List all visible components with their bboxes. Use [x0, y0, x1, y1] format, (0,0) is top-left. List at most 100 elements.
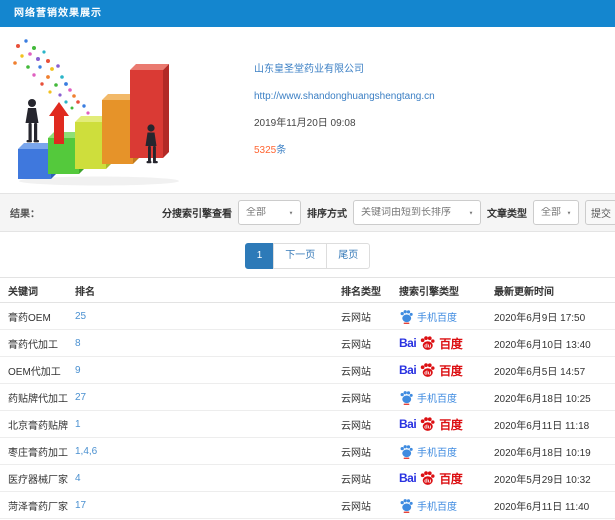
page-header: 网络营销效果展示 [0, 0, 615, 27]
filter-controls: 分搜索引擎查看 全部 排序方式 关键词由短到长排序 文章类型 全部 提交 [162, 200, 615, 225]
page: 网络营销效果展示 山东皇圣堂药业有限公司 http://www.shandong… [0, 0, 615, 520]
keyword-cell: 菏泽膏药厂家 [8, 501, 68, 513]
updated-cell: 2020年6月5日 14:57 [494, 366, 586, 378]
svg-text:du: du [424, 424, 431, 430]
baidu-logo: Bai du 百度 [399, 335, 494, 352]
updated-cell: 2020年5月29日 10:32 [494, 474, 591, 486]
sort-select-wrap: 关键词由短到长排序 [353, 200, 481, 225]
rank-cell: 4 [75, 473, 341, 484]
rank-type-cell: 云网站 [341, 366, 371, 378]
baidu-bai-text: Bai [399, 471, 417, 485]
result-label: 结果： [10, 209, 40, 220]
keyword-cell: 北京膏药贴牌 [8, 420, 68, 432]
baidu-paw-icon: du [420, 335, 435, 350]
results-table: 关键词 排名 排名类型 搜索引擎类型 最新更新时间 膏药OEM 25 云网站 手机百… [0, 277, 615, 519]
rank-cell: 17 [75, 500, 341, 511]
rank-cell: 1,4,6 [75, 446, 341, 457]
engine-filter-select[interactable]: 全部 [238, 200, 301, 225]
sort-select[interactable]: 关键词由短到长排序 [353, 200, 481, 225]
mobile-baidu-label: 手机百度 [417, 501, 457, 513]
rank-cell: 8 [75, 338, 341, 349]
baidu-paw-icon: du [420, 362, 435, 377]
table-row: 药贴牌代加工 27 云网站 手机百度 2020年6月18日 10:25 [0, 384, 615, 411]
mobile-baidu-paw-icon [400, 444, 413, 459]
page-title: 网络营销效果展示 [14, 8, 102, 19]
table-row: 菏泽膏药厂家 17 云网站 手机百度 2020年6月11日 11:40 [0, 492, 615, 519]
rank-link[interactable]: 1 [75, 419, 81, 430]
pagination: 1 下一页 尾页 [0, 243, 615, 269]
mobile-baidu-paw-icon [400, 498, 413, 513]
mobile-baidu-label: 手机百度 [417, 447, 457, 459]
article-type-select-wrap: 全部 [533, 200, 579, 225]
baidu-bai-text: Bai [399, 336, 417, 350]
engine-filter-label: 分搜索引擎查看 [162, 209, 232, 220]
promo-url-link[interactable]: http://www.shandonghuangshengtang.cn [254, 90, 435, 104]
table-row: 膏药代加工 8 云网站 Bai du 百度 2020年6月10日 13:40 [0, 330, 615, 357]
baidu-cn-text: 百度 [439, 417, 463, 432]
article-type-select[interactable]: 全部 [533, 200, 579, 225]
svg-text:du: du [424, 478, 431, 484]
rank-link[interactable]: 25 [75, 311, 86, 322]
table-header-row: 关键词 排名 排名类型 搜索引擎类型 最新更新时间 [0, 277, 615, 303]
rank-link[interactable]: 27 [75, 392, 86, 403]
table-row: 膏药OEM 25 云网站 手机百度 2020年6月9日 17:50 [0, 303, 615, 330]
last-page-button[interactable]: 尾页 [326, 243, 371, 269]
next-page-button[interactable]: 下一页 [273, 243, 328, 269]
keyword-cell: 枣庄膏药加工 [8, 447, 68, 459]
svg-text:du: du [424, 370, 431, 376]
col-header-rank: 排名 [75, 286, 95, 298]
updated-cell: 2020年6月11日 11:40 [494, 501, 590, 513]
rank-unit: 条 [276, 145, 287, 156]
table-body: 膏药OEM 25 云网站 手机百度 2020年6月9日 17:50 膏药代加工 8 云网站 B… [0, 303, 615, 519]
col-header-engine-type: 搜索引擎类型 [399, 286, 459, 298]
rank-type-cell: 云网站 [341, 393, 371, 405]
mobile-baidu-label: 手机百度 [417, 393, 457, 405]
baidu-cn-text: 百度 [439, 336, 463, 351]
baidu-paw-icon: du [420, 470, 435, 485]
rank-cell: 25 [75, 311, 341, 322]
baidu-bai-text: Bai [399, 363, 417, 377]
rank-type-cell: 云网站 [341, 420, 371, 432]
rank-type-cell: 云网站 [341, 474, 371, 486]
table-row: 医疗器械厂家 4 云网站 Bai du 百度 2020年5月29日 10:32 [0, 465, 615, 492]
col-header-rank-type: 排名类型 [341, 286, 381, 298]
confetti-dots [13, 39, 96, 120]
baidu-paw-icon: du [420, 416, 435, 431]
table-row: 枣庄膏药加工 1,4,6 云网站 手机百度 2020年6月18日 10:19 [0, 438, 615, 465]
table-row: OEM代加工 9 云网站 Bai du 百度 2020年6月5日 14:57 [0, 357, 615, 384]
submit-button[interactable]: 提交 [585, 200, 615, 225]
page-1-button[interactable]: 1 [244, 243, 275, 269]
mobile-baidu-paw-icon [400, 390, 413, 405]
article-type-label: 文章类型 [487, 209, 527, 220]
sort-label: 排序方式 [307, 209, 347, 220]
filter-bar: 结果： 分搜索引擎查看 全部 排序方式 关键词由短到长排序 文章类型 全部 提交 [0, 193, 615, 232]
member-company-link[interactable]: 山东皇圣堂药业有限公司 [254, 63, 364, 77]
rank-link[interactable]: 9 [75, 365, 81, 376]
rank-count: 5325 [254, 145, 277, 156]
engine-rank-value: 5325条 [254, 144, 286, 158]
baidu-cn-text: 百度 [439, 471, 463, 486]
baidu-logo: Bai du 百度 [399, 362, 494, 379]
mobile-baidu-logo: 手机百度 [399, 309, 494, 324]
table-row: 北京膏药贴牌 1 云网站 Bai du 百度 2020年6月11日 11:18 [0, 411, 615, 438]
rank-type-cell: 云网站 [341, 447, 371, 459]
rank-link[interactable]: 1,4,6 [75, 446, 97, 457]
rank-link[interactable]: 8 [75, 338, 81, 349]
engine-filter-select-wrap: 全部 [238, 200, 301, 225]
rank-link[interactable]: 4 [75, 473, 81, 484]
businessman-left [25, 99, 39, 143]
mobile-baidu-paw-icon [400, 309, 413, 324]
updated-cell: 2020年6月18日 10:25 [494, 393, 591, 405]
keyword-cell: 医疗器械厂家 [8, 474, 68, 486]
baidu-cn-text: 百度 [439, 363, 463, 378]
rank-cell: 27 [75, 392, 341, 403]
mobile-baidu-logo: 手机百度 [399, 390, 494, 405]
rank-link[interactable]: 17 [75, 500, 86, 511]
baidu-logo: Bai du 百度 [399, 470, 494, 487]
mobile-baidu-logo: 手机百度 [399, 498, 494, 513]
info-section: 会员公司： 山东皇圣堂药业有限公司 推广地址： http://www.shand… [0, 27, 615, 193]
keyword-cell: OEM代加工 [8, 366, 61, 378]
rank-cell: 1 [75, 419, 341, 430]
keyword-cell: 膏药代加工 [8, 339, 58, 351]
mobile-baidu-label: 手机百度 [417, 312, 457, 324]
